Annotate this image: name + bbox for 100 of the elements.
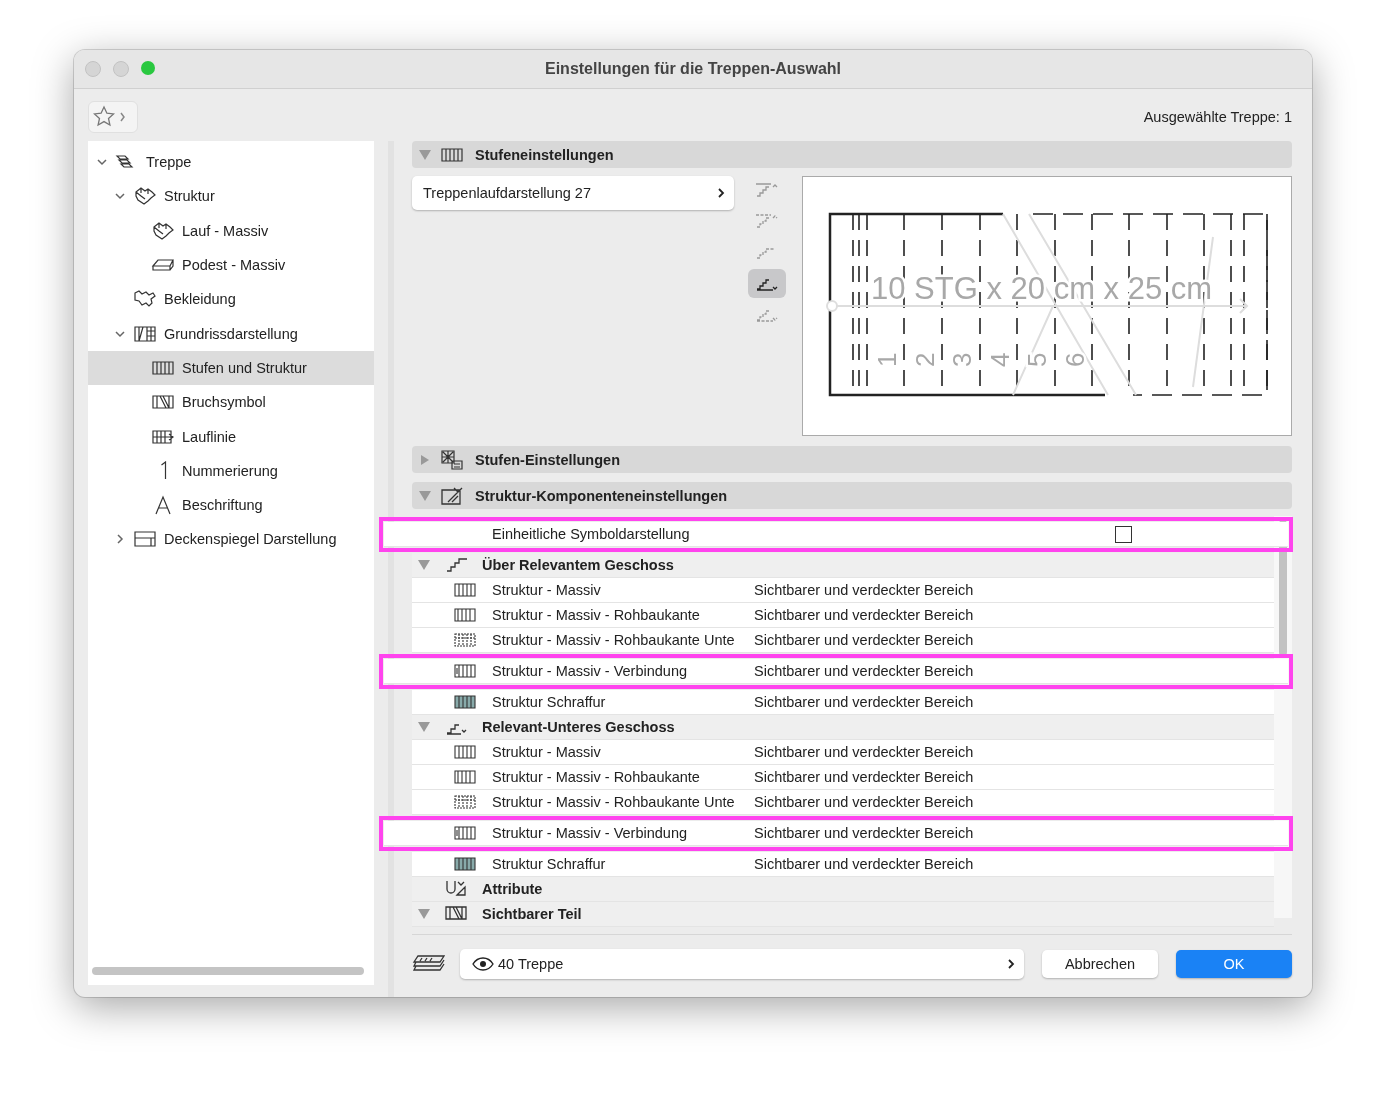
tree-item[interactable]: Stufen und Struktur [88,350,375,386]
tree-item[interactable]: Grundrissdarstellung [88,316,375,351]
visibility-value: Sichtbarer und verdeckter Bereich [754,607,974,623]
numeral-icon [159,461,167,481]
component-name: Struktur - Massiv - Rohbaukante Unte [492,632,736,648]
component-row[interactable]: Struktur - Massiv Sichtbarer und verdeckter Bereich [412,578,1274,603]
group-label: Über Relevantem Geschoss [482,557,674,573]
tree-item[interactable]: Treppe [88,145,375,180]
section-header[interactable]: Struktur-Komponenteneinstellungen [412,482,1292,509]
group-label: Attribute [482,881,543,897]
component-name: Struktur - Massiv - Verbindung [492,825,689,841]
component-row[interactable]: Struktur - Massiv Sichtbarer und verdeckter Bereich [412,740,1274,765]
ceiling-plan-icon [133,530,157,549]
component-row[interactable]: Struktur Schraffur Sichtbarer und verdeckter Bereich [412,852,1274,877]
component-name: Struktur - Massiv - Verbindung [492,663,689,679]
step-count-label: 10 STG x 20 cm x 25 cm [871,271,1213,306]
component-name: Struktur - Massiv [492,744,602,760]
disclosure-triangle-icon[interactable] [418,722,430,732]
step-number: 3 [947,352,978,367]
break-line-icon [151,394,175,411]
steps-grid-icon [440,146,464,163]
visibility-value: Sichtbarer und verdeckter Bereich [754,856,974,872]
preset-selector[interactable]: Treppenlaufdarstellung 27 [412,176,734,210]
stair-view-icon [754,181,780,200]
selection-count: Ausgewählte Treppe: 1 [1143,109,1292,125]
cancel-button[interactable]: Abbrechen [1042,950,1158,978]
component-name: Struktur - Massiv [492,582,602,598]
zoom-button[interactable] [141,61,155,75]
disclosure-triangle-icon[interactable] [419,454,431,465]
component-name: Struktur - Massiv - Rohbaukante Unte [492,794,736,810]
bars-icon [453,768,477,786]
tree-item[interactable]: Lauf - Massiv [88,213,375,248]
tree-item[interactable]: Nummerierung [88,453,375,488]
joint-bars-icon [453,662,477,680]
visibility-value: Sichtbarer und verdeckter Bereich [754,794,974,810]
component-row[interactable]: Struktur Schraffur Sichtbarer und verdeckter Bereich [412,690,1274,715]
component-name: Struktur Schraffur [492,856,607,872]
component-row[interactable]: Struktur - Massiv - Rohbaukante Unte Sichtbarer und verdeckter Bereich [412,790,1274,815]
filled-bars-icon [453,693,477,711]
scrollbar[interactable] [92,967,365,975]
tree-item[interactable]: Podest - Massiv [88,247,375,283]
stair-up-icon [444,555,470,575]
slab-icon [151,257,175,274]
group-label: Relevant-Unteres Geschoss [482,719,675,735]
joint-bars-icon [453,824,477,842]
stair-view-icon [754,212,780,231]
section-header[interactable]: Stufeneinstellungen [412,141,1292,168]
step-number: 1 [872,352,902,367]
dotted-bars-icon [453,631,477,649]
walk-line-icon [151,428,175,445]
grid-settings-icon [440,448,464,471]
dotted-bars-icon [453,793,477,811]
group-label: Sichtbarer Teil [482,906,582,922]
filled-bars-icon [453,855,477,873]
chevron-icon [716,187,726,199]
layer-selector[interactable]: 40 Treppe [460,949,1024,979]
checkbox[interactable] [1115,525,1132,543]
chevron-icon [1006,958,1016,970]
floor-plan-icon [133,324,157,343]
window-title: Einstellungen für die Treppen-Auswahl [545,60,841,78]
visibility-value: Sichtbarer und verdeckter Bereich [754,744,974,760]
component-row[interactable]: Struktur - Massiv - Rohbaukante Unte Sichtbarer und verdeckter Bereich [412,628,1274,653]
option-label: Einheitliche Symboldarstellung [492,526,691,542]
favorites-button[interactable] [88,101,138,133]
tree-item[interactable]: Lauflinie [88,419,375,454]
bars-icon [453,581,477,599]
visibility-value: Sichtbarer und verdeckter Bereich [754,769,974,785]
ok-button[interactable]: OK [1176,950,1292,978]
close-button[interactable] [85,61,101,77]
disclosure-triangle-icon[interactable] [418,560,430,570]
eye-icon [472,957,494,971]
tree-item[interactable]: Deckenspiegel Darstellung [88,522,375,557]
bars-icon [453,606,477,624]
section-header[interactable]: Stufen-Einstellungen [412,446,1292,473]
tree-item[interactable]: Struktur [88,179,375,214]
visibility-value: Sichtbarer und verdeckter Bereich [754,694,974,710]
disclosure-triangle-icon[interactable] [419,490,431,501]
minimize-button[interactable] [113,61,129,77]
component-row[interactable]: Struktur - Massiv - Rohbaukante Sichtbarer und verdeckter Bereich [412,603,1274,628]
visibility-value: Sichtbarer und verdeckter Bereich [754,825,974,841]
component-name: Struktur Schraffur [492,694,607,710]
chevron-icon[interactable] [114,533,126,546]
component-row[interactable]: Struktur - Massiv - Rohbaukante Sichtbarer und verdeckter Bereich [412,765,1274,790]
bars-icon [453,743,477,761]
step-number: 2 [909,352,940,367]
scrollbar-thumb[interactable] [1279,520,1287,656]
tree-item[interactable]: Bekleidung [88,282,375,317]
step-number: 4 [984,352,1015,367]
component-name: Struktur - Massiv - Rohbaukante [492,769,701,785]
disclosure-triangle-icon[interactable] [419,149,431,160]
steps-grid-icon [151,359,175,376]
step-number: 6 [1060,352,1090,367]
visibility-value: Sichtbarer und verdeckter Bereich [754,632,974,648]
tree-item[interactable]: Bruchsymbol [88,385,375,420]
stair-view-button[interactable] [748,269,786,298]
visibility-value: Sichtbarer und verdeckter Bereich [754,663,974,679]
tree-item[interactable]: Beschriftung [88,487,375,523]
disclosure-triangle-icon[interactable] [418,909,430,919]
step-number: 5 [1022,352,1053,367]
component-name: Struktur - Massiv - Rohbaukante [492,607,701,623]
